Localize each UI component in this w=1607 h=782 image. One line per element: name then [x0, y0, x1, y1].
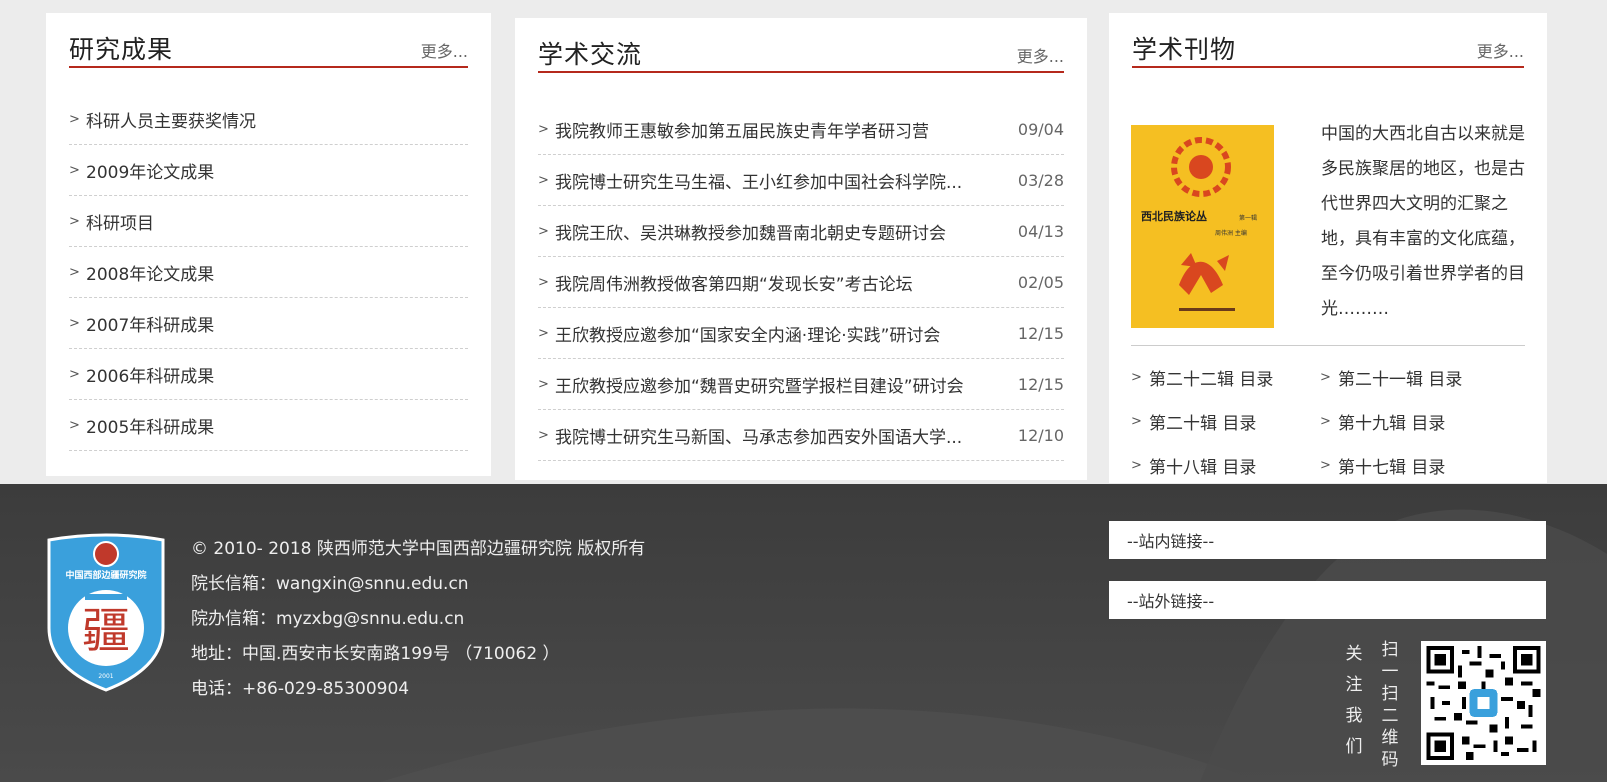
issue-link[interactable]: > 第十七辑 目录	[1320, 443, 1509, 487]
address-text: 地址：中国.西安市长安南路199号 （710062 ）	[191, 644, 560, 664]
chevron-right-icon: >	[69, 366, 80, 382]
chevron-right-icon: >	[538, 376, 549, 392]
book-editor-text: 周伟洲 主编	[1215, 229, 1247, 237]
news-item[interactable]: > 王欣教授应邀参加“魏晋史研究暨学报栏目建设”研讨会 12/15	[538, 359, 1064, 410]
book-title-text: 西北民族论丛	[1141, 209, 1207, 223]
issue-list: > 第二十二辑 目录 > 第二十一辑 目录 > 第二十辑 目录 > 第十九辑 目录 > 第…	[1131, 355, 1531, 487]
news-date: 02/05	[1017, 272, 1064, 292]
internal-links-select[interactable]: --站内链接--	[1109, 521, 1546, 559]
research-more-link[interactable]: 更多...	[421, 38, 468, 62]
institute-logo[interactable]: 中国西部边疆研究院 疆 2001	[45, 532, 167, 692]
news-date: 03/28	[1017, 170, 1064, 190]
issue-link[interactable]: > 第二十一辑 目录	[1320, 355, 1509, 399]
chevron-right-icon: >	[1131, 369, 1142, 385]
list-item[interactable]: > 科研项目	[69, 196, 468, 247]
news-item[interactable]: > 我院王欣、吴洪琳教授参加魏晋南北朝史专题研讨会 04/13	[538, 206, 1064, 257]
news-date: 12/10	[1017, 425, 1064, 445]
director-email[interactable]: 院长信箱：wangxin@snnu.edu.cn	[191, 567, 645, 602]
chevron-right-icon: >	[69, 417, 80, 433]
chevron-right-icon: >	[538, 223, 549, 239]
news-item[interactable]: > 王欣教授应邀参加“国家安全内涵·理论·实践”研讨会 12/15	[538, 308, 1064, 359]
news-item[interactable]: > 我院周伟洲教授做客第四期“发现长安”考古论坛 02/05	[538, 257, 1064, 308]
list-item[interactable]: >2007年科研成果	[69, 298, 468, 349]
list-item[interactable]: > 科研人员主要获奖情况	[69, 94, 468, 145]
exchange-title: 学术交流	[538, 40, 643, 69]
journal-cover-image[interactable]: 西北民族论丛 第一辑 周伟洲 主编	[1131, 125, 1274, 328]
scan-qr-label: 扫 一 扫 二 维 码	[1381, 640, 1399, 770]
list-item[interactable]: >2009年论文成果	[69, 145, 468, 196]
journal-description: 中国的大西北自古以来就是多民族聚居的地区，也是古代世界四大文明的汇聚之地，具有丰…	[1321, 124, 1525, 319]
news-date: 12/15	[1017, 323, 1064, 343]
qr-code	[1421, 641, 1546, 765]
news-date: 12/15	[1017, 374, 1064, 394]
list-item[interactable]: >2006年科研成果	[69, 349, 468, 400]
news-item[interactable]: > 我院教师王惠敏参加第五届民族史青年学者研习营 09/04	[538, 104, 1064, 155]
chevron-right-icon: >	[1320, 369, 1331, 385]
chevron-right-icon: >	[69, 162, 80, 178]
chevron-right-icon: >	[1131, 457, 1142, 473]
chevron-right-icon: >	[69, 264, 80, 280]
external-links-select[interactable]: --站外链接--	[1109, 581, 1546, 619]
chevron-right-icon: >	[69, 315, 80, 331]
news-date: 04/13	[1017, 221, 1064, 241]
exchange-list: > 我院教师王惠敏参加第五届民族史青年学者研习营 09/04 > 我院博士研究生马生福…	[538, 104, 1064, 461]
journal-title: 学术刊物	[1132, 35, 1237, 64]
chevron-right-icon: >	[1320, 457, 1331, 473]
list-item[interactable]: >2005年科研成果	[69, 400, 468, 451]
exchange-header: 学术交流 更多...	[538, 33, 1064, 73]
follow-us-label: 关 注 我 们	[1345, 644, 1363, 757]
chevron-right-icon: >	[1131, 413, 1142, 429]
research-title: 研究成果	[69, 35, 174, 64]
research-panel: 研究成果 更多... > 科研人员主要获奖情况 >2009年论文成果 > 科研项目 …	[46, 13, 491, 476]
research-header: 研究成果 更多...	[69, 28, 468, 68]
chevron-right-icon: >	[538, 274, 549, 290]
issue-link[interactable]: > 第二十二辑 目录	[1131, 355, 1320, 399]
exchange-panel: 学术交流 更多... > 我院教师王惠敏参加第五届民族史青年学者研习营 09/04 …	[515, 18, 1087, 480]
research-list: > 科研人员主要获奖情况 >2009年论文成果 > 科研项目 >2008年论文成果 …	[69, 94, 468, 451]
issue-link[interactable]: > 第十九辑 目录	[1320, 399, 1509, 443]
chevron-right-icon: >	[538, 121, 549, 137]
divider	[1131, 345, 1525, 346]
journal-panel: 学术刊物 更多... 西北民族论丛 第一辑 周伟洲 主编 中国的大西北自古以来就…	[1109, 13, 1547, 483]
chevron-right-icon: >	[538, 172, 549, 188]
chevron-right-icon: >	[69, 213, 80, 229]
phone-text: 电话：+86-029-85300904	[191, 679, 410, 699]
news-item[interactable]: > 我院博士研究生马生福、王小红参加中国社会科学院... 03/28	[538, 155, 1064, 206]
news-item[interactable]: > 我院博士研究生马新国、马承志参加西安外国语大学... 12/10	[538, 410, 1064, 461]
logo-char: 疆	[82, 603, 130, 659]
chevron-right-icon: >	[69, 111, 80, 127]
exchange-more-link[interactable]: 更多...	[1017, 43, 1064, 67]
chevron-right-icon: >	[538, 427, 549, 443]
list-item[interactable]: >2008年论文成果	[69, 247, 468, 298]
news-date: 09/04	[1017, 119, 1064, 139]
journal-more-link[interactable]: 更多...	[1477, 38, 1524, 62]
logo-text: 中国西部边疆研究院	[65, 569, 146, 581]
chevron-right-icon: >	[1320, 413, 1331, 429]
chevron-right-icon: >	[538, 325, 549, 341]
book-issue-text: 第一辑	[1239, 214, 1257, 222]
logo-year: 2001	[98, 673, 113, 680]
office-email[interactable]: 院办信箱：myzxbg@snnu.edu.cn	[191, 602, 645, 637]
journal-header: 学术刊物 更多...	[1132, 28, 1524, 68]
issue-link[interactable]: > 第十八辑 目录	[1131, 443, 1320, 487]
issue-link[interactable]: > 第二十辑 目录	[1131, 399, 1320, 443]
contact-info: © 2010- 2018 陕西师范大学中国西部边疆研究院 版权所有 院长信箱：w…	[191, 532, 645, 707]
copyright-text: © 2010- 2018 陕西师范大学中国西部边疆研究院 版权所有	[191, 539, 646, 559]
site-footer: 中国西部边疆研究院 疆 2001 © 2010- 2018 陕西师范大学中国西部…	[0, 484, 1607, 782]
